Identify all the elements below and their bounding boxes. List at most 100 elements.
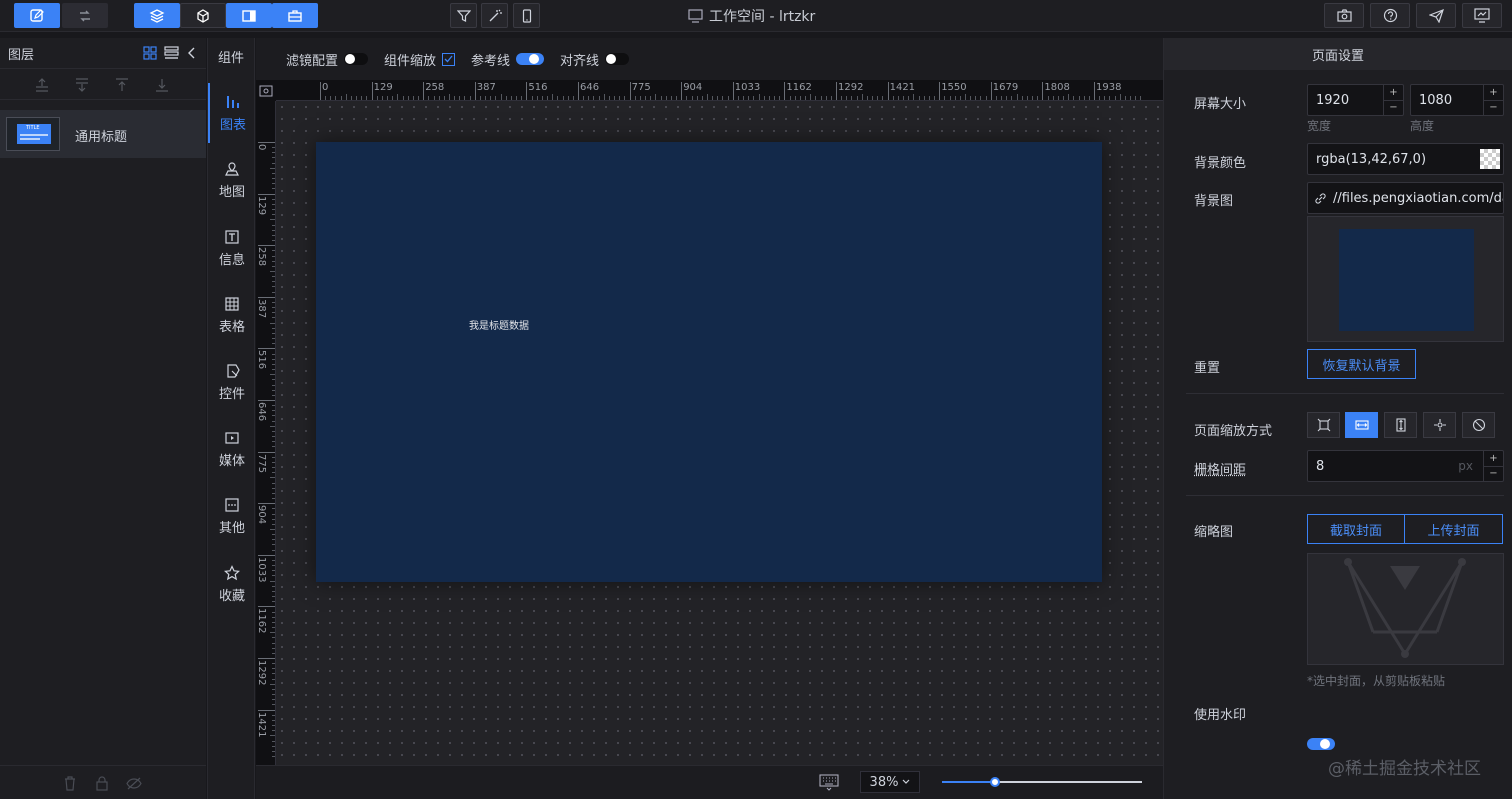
ruler-x-label: 1550 — [941, 82, 967, 93]
category-table[interactable]: 表格 — [208, 285, 256, 345]
decrement-button[interactable]: − — [1484, 467, 1503, 482]
ruler-x-minor-tick — [810, 94, 812, 100]
ruler-x-minor-tick — [325, 96, 327, 100]
filter-config-switch[interactable] — [344, 53, 369, 65]
align-line-switch[interactable] — [605, 53, 630, 65]
ruler-x-minor-tick — [531, 96, 533, 100]
ruler-x-minor-tick — [1104, 96, 1106, 100]
height-input[interactable]: 1080 + − — [1410, 84, 1504, 116]
ruler-x-major-tick — [681, 82, 683, 100]
increment-button[interactable]: + — [1484, 451, 1503, 467]
decrement-button[interactable]: − — [1384, 101, 1403, 116]
layers-toggle-button[interactable] — [134, 3, 180, 28]
delete-icon[interactable] — [63, 776, 77, 791]
category-chart[interactable]: 图表 — [208, 83, 256, 143]
ruler-y-major-tick — [258, 142, 275, 143]
restore-default-bg-button[interactable]: 恢复默认背景 — [1307, 349, 1416, 379]
zoom-slider-track[interactable] — [942, 777, 1142, 787]
move-bottom-icon[interactable] — [154, 77, 170, 93]
category-other[interactable]: 其他 — [208, 486, 256, 546]
publish-button[interactable] — [1416, 3, 1456, 28]
move-down-icon[interactable] — [74, 77, 90, 93]
keyboard-icon[interactable] — [819, 774, 839, 792]
ruler-x-minor-tick — [521, 96, 523, 100]
logic-button[interactable] — [62, 3, 108, 28]
filter-config-toggle[interactable]: 滤镜配置 — [286, 50, 369, 69]
ruler-x-label: 646 — [580, 82, 600, 93]
color-swatch[interactable] — [1480, 149, 1500, 169]
watermark-switch[interactable] — [1307, 738, 1335, 750]
zoom-mode-fit-height[interactable] — [1384, 412, 1417, 438]
vertical-ruler[interactable]: 0 129 258 387 516 646 775 904 1033 1162 1292 1421 — [256, 101, 276, 765]
zoom-mode-fit-width[interactable] — [1345, 412, 1378, 438]
ruler-x-minor-tick — [547, 96, 549, 100]
title-component[interactable]: 我是标题数据 — [469, 317, 529, 332]
layer-item[interactable]: TITLE 通用标题 — [0, 110, 206, 158]
ruler-x-minor-tick — [856, 96, 858, 100]
component-zoom-toggle[interactable]: 组件缩放 — [384, 50, 456, 69]
zoom-slider-handle[interactable] — [990, 777, 1000, 787]
hide-icon[interactable] — [126, 776, 142, 791]
ruler-x-minor-tick — [1032, 96, 1034, 100]
ruler-x-minor-tick — [1047, 96, 1049, 100]
ruler-x-minor-tick — [743, 96, 745, 100]
align-line-toggle[interactable]: 对齐线 — [560, 50, 630, 69]
move-top-icon[interactable] — [114, 77, 130, 93]
increment-button[interactable]: + — [1484, 85, 1503, 101]
ruler-x-major-tick — [526, 82, 528, 100]
horizontal-ruler[interactable]: 0 129 258 387 516 646 775 904 1033 1162 1292 1421 15… — [276, 80, 1163, 101]
lock-icon[interactable] — [95, 776, 109, 791]
cover-preview[interactable] — [1307, 553, 1504, 665]
width-stepper[interactable]: + − — [1383, 85, 1403, 115]
grid-stepper[interactable]: + − — [1483, 451, 1503, 481]
bg-image-preview[interactable] — [1307, 216, 1504, 342]
list-view-icon[interactable] — [164, 46, 179, 60]
zoom-mode-fit[interactable] — [1307, 412, 1340, 438]
help-button[interactable] — [1370, 3, 1410, 28]
ruler-y-major-tick — [258, 296, 275, 298]
increment-button[interactable]: + — [1384, 85, 1403, 101]
edit-button[interactable] — [14, 3, 60, 28]
bg-image-url-input[interactable]: //files.pengxiaotian.com/datav — [1307, 182, 1504, 214]
guide-line-toggle[interactable]: 参考线 — [471, 50, 545, 69]
decrement-button[interactable]: − — [1484, 101, 1503, 116]
ruler-y-label: 904 — [256, 505, 267, 525]
bg-color-input[interactable]: rgba(13,42,67,0) — [1307, 143, 1504, 175]
collapse-icon[interactable] — [187, 46, 197, 60]
layer-thumbnail: TITLE — [6, 117, 60, 151]
zoom-mode-center[interactable] — [1423, 412, 1456, 438]
toolbox-toggle-button[interactable] — [272, 3, 318, 28]
zoom-select[interactable]: 38% — [860, 771, 920, 793]
mobile-preview-button[interactable] — [513, 3, 540, 28]
height-stepper[interactable]: + − — [1483, 85, 1503, 115]
grid-view-icon[interactable] — [143, 46, 157, 60]
category-media[interactable]: 媒体 — [208, 419, 256, 479]
ruler-x-minor-tick — [361, 96, 363, 100]
category-map[interactable]: 地图 — [208, 150, 256, 210]
component-zoom-checkbox[interactable] — [442, 52, 456, 66]
grid-spacing-input[interactable]: 8 px + − — [1307, 450, 1504, 482]
zoom-mode-none[interactable] — [1462, 412, 1495, 438]
category-info[interactable]: 信息 — [208, 218, 256, 278]
width-input[interactable]: 1920 + − — [1307, 84, 1404, 116]
components-toggle-button[interactable] — [180, 3, 226, 28]
category-control[interactable]: 控件 — [208, 352, 256, 412]
filter-button[interactable] — [450, 3, 477, 28]
ruler-x-major-tick — [732, 82, 734, 100]
panel-toggle-button[interactable] — [226, 3, 272, 28]
ruler-x-label: 1033 — [734, 82, 761, 93]
screen-canvas[interactable]: 我是标题数据 — [316, 142, 1102, 582]
ruler-x-minor-tick — [634, 96, 636, 100]
disable-icon — [1472, 418, 1485, 432]
snapshot-button[interactable] — [1324, 3, 1364, 28]
ruler-x-minor-tick — [975, 96, 977, 100]
ruler-corner[interactable] — [256, 80, 276, 101]
upload-cover-button[interactable]: 上传封面 — [1404, 514, 1503, 544]
guide-line-switch[interactable] — [516, 53, 545, 65]
category-favorites[interactable]: 收藏 — [208, 554, 256, 614]
preview-button[interactable] — [1462, 3, 1502, 28]
ruler-x-minor-tick — [438, 96, 440, 100]
capture-cover-button[interactable]: 截取封面 — [1307, 514, 1405, 544]
magic-wand-button[interactable] — [481, 3, 508, 28]
move-up-icon[interactable] — [34, 77, 50, 93]
